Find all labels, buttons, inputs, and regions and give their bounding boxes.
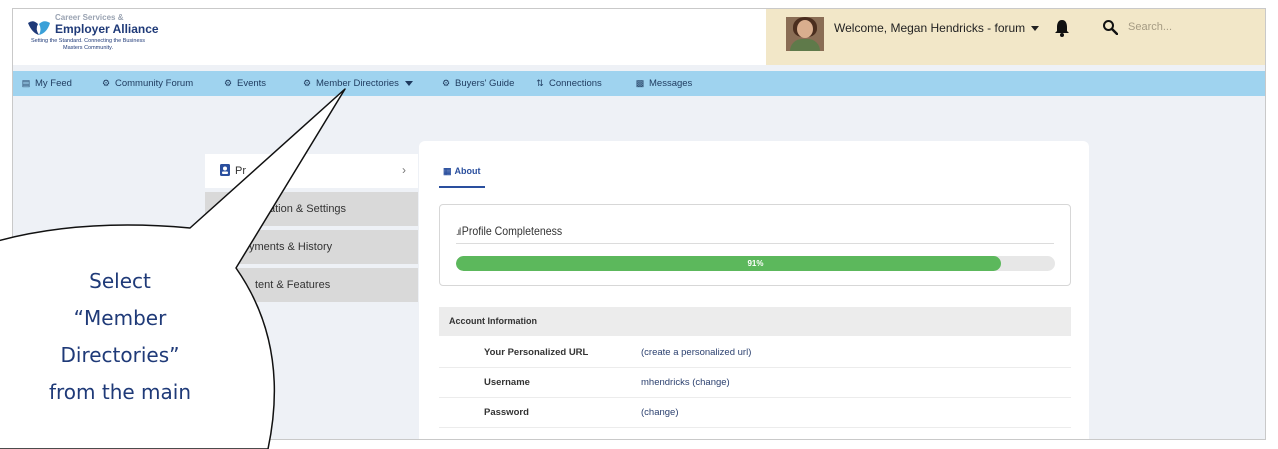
callout-line: from the main <box>48 380 192 404</box>
callout-line: “Member <box>73 306 167 330</box>
callout-text: Select “Member Directories” from the mai… <box>20 263 220 411</box>
callout-line: Directories” <box>60 343 180 367</box>
callout-line: Select <box>89 269 151 293</box>
